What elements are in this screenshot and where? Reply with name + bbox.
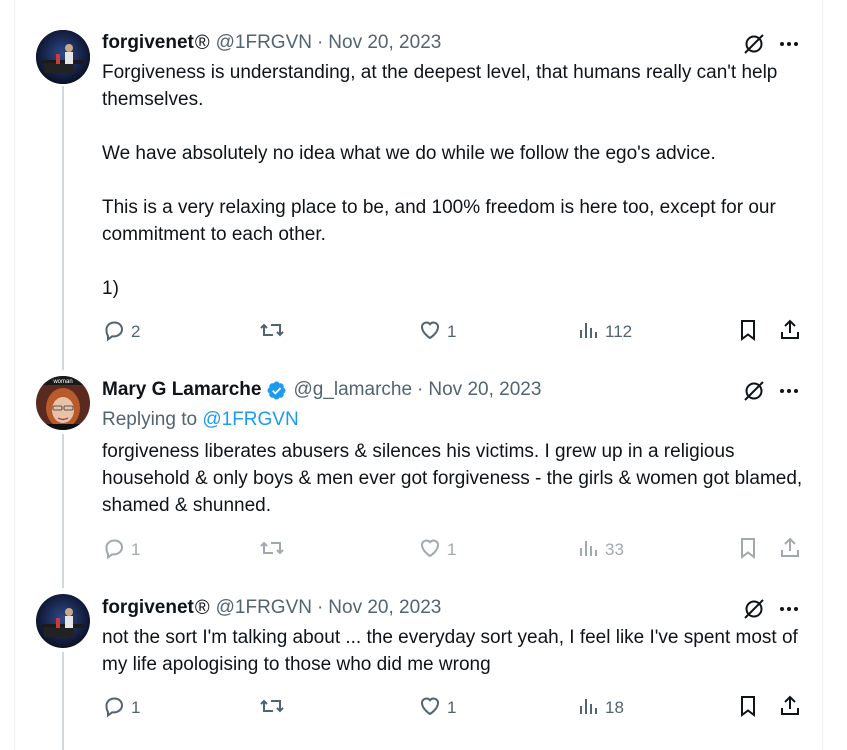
views-button[interactable]: 33 [578,536,624,564]
tweet-header: forgivenet ® @1FRGVN · Nov 20, 2023 [102,595,441,621]
tweet-paragraph: 1) [102,278,119,299]
avatar[interactable] [36,594,90,648]
like-count: 1 [447,540,457,559]
tweet[interactable]: forgivenet ® @1FRGVN · Nov 20, 2023 Forgi… [15,0,822,370]
share-button[interactable] [778,318,802,346]
more-icon[interactable] [775,595,803,623]
reply-button[interactable]: 2 [102,318,140,346]
tweet-text: forgiveness liberates abusers & silences… [102,438,812,519]
tweet[interactable]: forgivenet ® @1FRGVN · Nov 20, 2023 not t… [15,588,822,750]
bookmark-button[interactable] [736,694,760,722]
bookmark-icon [736,536,760,565]
bookmark-icon [736,318,760,347]
separator-dot: · [316,597,324,618]
views-icon [578,694,600,723]
verified-badge-icon [266,380,287,401]
like-count: 1 [447,698,457,717]
retweet-button[interactable] [259,536,290,564]
tweet-actions: 1 1 33 [102,536,812,564]
like-icon [418,318,442,347]
reply-icon [102,318,126,347]
tweet-paragraph: forgiveness liberates abusers & silences… [102,441,803,516]
avatar-caption: woman [52,379,72,385]
retweet-button[interactable] [259,318,290,346]
like-icon [418,694,442,723]
author-name[interactable]: forgivenet [102,32,194,54]
views-icon [578,536,600,565]
replying-to-label: Replying to [102,409,198,430]
tweet-paragraph: This is a very relaxing place to be, and… [102,197,776,245]
author-handle[interactable]: @1FRGVN [216,32,312,54]
views-count: 18 [605,698,624,717]
like-button[interactable]: 1 [418,318,456,346]
reply-icon [102,536,126,565]
views-count: 112 [605,322,633,341]
reply-button[interactable]: 1 [102,694,140,722]
retweet-icon [259,318,285,347]
avatar[interactable]: woman [36,376,90,430]
grok-icon[interactable] [740,377,768,405]
tweet-paragraph: not the sort I'm talking about ... the e… [102,627,798,675]
replying-to: Replying to @1FRGVN [102,407,299,433]
like-icon [418,536,442,565]
views-button[interactable]: 18 [578,694,624,722]
grok-icon[interactable] [740,30,768,58]
share-button[interactable] [778,694,802,722]
more-icon[interactable] [775,377,803,405]
registered-mark: ® [194,596,210,619]
author-name[interactable]: forgivenet [102,597,194,619]
tweet-text: not the sort I'm talking about ... the e… [102,624,812,678]
replying-to-handle[interactable]: @1FRGVN [202,409,298,430]
grok-icon[interactable] [740,595,768,623]
author-name[interactable]: Mary G Lamarche [102,379,261,401]
share-button[interactable] [778,536,802,564]
share-icon [778,536,802,565]
registered-mark: ® [194,31,210,54]
tweet-date[interactable]: Nov 20, 2023 [328,32,441,54]
reply-count: 1 [131,540,141,559]
tweet-paragraph: We have absolutely no idea what we do wh… [102,143,716,164]
separator-dot: · [316,32,324,53]
retweet-icon [259,694,285,723]
tweet-date[interactable]: Nov 20, 2023 [328,597,441,619]
share-icon [778,318,802,347]
share-icon [778,694,802,723]
tweet-header: forgivenet ® @1FRGVN · Nov 20, 2023 [102,30,441,56]
reply-icon [102,694,126,723]
tweet-text: Forgiveness is understanding, at the dee… [102,59,812,302]
like-button[interactable]: 1 [418,536,456,564]
separator-dot: · [417,379,424,400]
reply-count: 2 [131,322,141,341]
views-icon [578,318,600,347]
views-count: 33 [605,540,624,559]
tweet-actions: 2 1 112 [102,318,812,346]
column-border-right [822,0,823,750]
retweet-button[interactable] [259,694,290,722]
author-handle[interactable]: @1FRGVN [216,597,312,619]
like-count: 1 [447,322,457,341]
bookmark-icon [736,694,760,723]
reply-button[interactable]: 1 [102,536,140,564]
tweet-actions: 1 1 18 [102,694,812,722]
like-button[interactable]: 1 [418,694,456,722]
author-handle[interactable]: @g_lamarche [293,379,412,401]
tweet-paragraph: Forgiveness is understanding, at the dee… [102,62,778,110]
retweet-icon [259,536,285,565]
views-button[interactable]: 112 [578,318,632,346]
tweet-date[interactable]: Nov 20, 2023 [428,379,541,401]
more-icon[interactable] [775,30,803,58]
reply-count: 1 [131,698,141,717]
bookmark-button[interactable] [736,318,760,346]
avatar[interactable] [36,30,90,84]
tweet-header: Mary G Lamarche @g_lamarche · Nov 20, 20… [102,377,541,403]
bookmark-button[interactable] [736,536,760,564]
tweet[interactable]: woman Mary G Lamarche @g_lamarche · Nov … [15,370,822,588]
